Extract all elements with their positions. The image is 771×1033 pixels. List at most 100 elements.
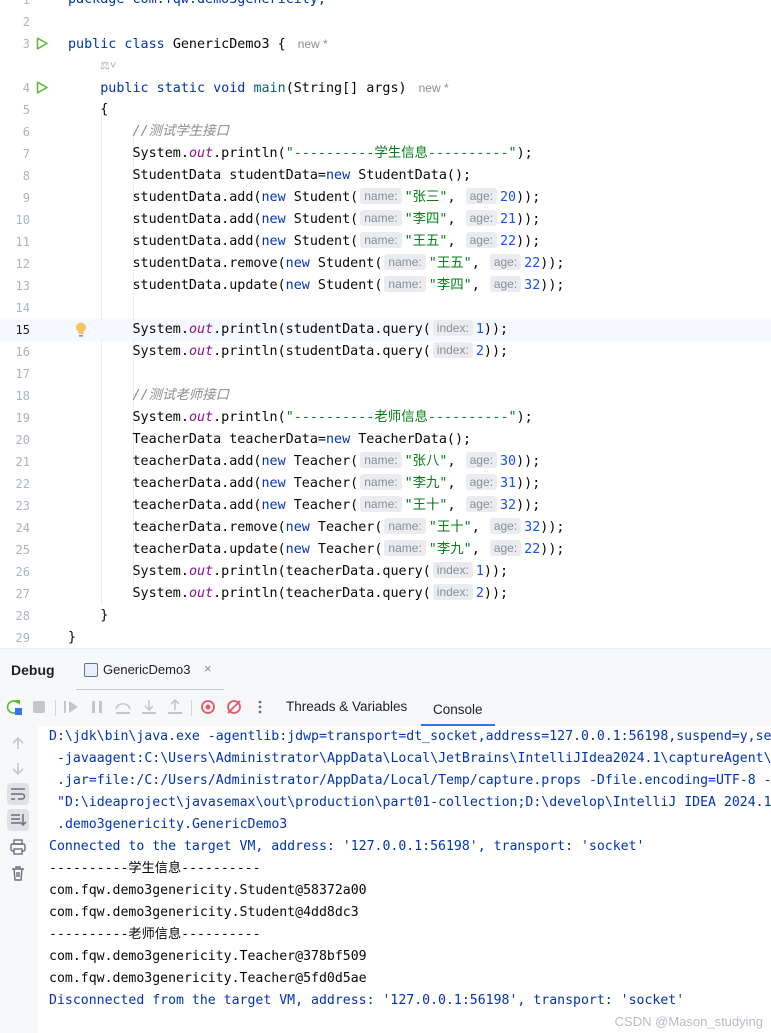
console-output[interactable]: D:\jdk\bin\java.exe -agentlib:jdwp=trans… [38, 726, 771, 1033]
view-breakpoints-icon[interactable] [199, 698, 217, 716]
code-token: , [447, 498, 464, 513]
code-line[interactable]: 24 teacherData.remove(new Teacher(name: "… [0, 517, 771, 539]
code-line[interactable]: 23 teacherData.add(new Teacher(name: "王十"… [0, 495, 771, 517]
line-number: 28 [15, 609, 30, 623]
code-token: out [188, 586, 214, 601]
code-token: studentData.update( [68, 278, 286, 293]
code-line[interactable]: 27 System.out.println(teacherData.query(… [0, 583, 771, 605]
pause-icon[interactable] [88, 698, 106, 716]
parameter-hint: age: [489, 276, 522, 292]
arrow-down-icon[interactable] [9, 760, 27, 778]
code-line[interactable]: 5 { [0, 99, 771, 121]
code-line[interactable]: 12 studentData.remove(new Student(name: "… [0, 253, 771, 275]
tab-console[interactable]: Console [421, 690, 495, 726]
print-icon[interactable] [9, 838, 27, 856]
code-line[interactable]: 9 studentData.add(new Student(name: "张三",… [0, 187, 771, 209]
parameter-hint: age: [465, 188, 497, 204]
code-token: "王十" [428, 520, 472, 535]
session-tab-label: GenericDemo3 [103, 662, 191, 677]
code-line[interactable]: 2 [0, 11, 771, 33]
code-line[interactable]: 29} [0, 627, 771, 648]
stop-icon[interactable] [30, 698, 48, 716]
inlay-row[interactable]: ⚖˅ [0, 55, 771, 77]
parameter-hint: index: [432, 342, 473, 358]
code-token: 20 [499, 190, 517, 205]
code-token: )); [540, 520, 565, 535]
parameter-hint: age: [465, 474, 497, 490]
code-token: new [285, 256, 318, 271]
code-editor[interactable]: 1package com.fqw.demo3genericity;23publi… [0, 0, 771, 648]
line-number: 23 [15, 499, 30, 513]
parameter-hint: index: [432, 562, 473, 578]
line-number: 25 [15, 543, 30, 557]
code-text: //测试学生接口 [68, 121, 228, 143]
code-token: out [188, 344, 214, 359]
code-token: .println(studentData.query( [213, 322, 431, 337]
code-token: 22 [499, 234, 517, 249]
mute-breakpoints-icon[interactable] [225, 698, 243, 716]
code-text: System.out.println(studentData.query(ind… [68, 341, 508, 363]
code-text: teacherData.remove(new Teacher(name: "王十"… [68, 517, 564, 539]
code-text: System.out.println("----------老师信息------… [68, 407, 532, 429]
code-line[interactable]: 28 } [0, 605, 771, 627]
trash-icon[interactable] [9, 864, 27, 882]
code-token: "----------老师信息----------" [285, 410, 517, 425]
arrow-up-icon[interactable] [9, 734, 27, 752]
line-number: 9 [22, 191, 30, 205]
author-hint-icon[interactable]: ⚖˅ [100, 55, 116, 77]
code-token: )); [516, 190, 541, 205]
code-token: new [285, 542, 318, 557]
step-out-icon[interactable] [166, 698, 184, 716]
scroll-to-end-icon[interactable] [7, 809, 29, 831]
code-token: .println(studentData.query( [213, 344, 431, 359]
code-text: teacherData.add(new Teacher(name: "张八", a… [68, 451, 540, 473]
code-line[interactable]: 21 teacherData.add(new Teacher(name: "张八"… [0, 451, 771, 473]
code-line[interactable]: 17 [0, 363, 771, 385]
parameter-hint: age: [489, 254, 522, 270]
code-line[interactable]: 13 studentData.update(new Student(name: "… [0, 275, 771, 297]
line-number: 12 [15, 257, 30, 271]
tab-console-label: Console [433, 702, 483, 717]
soft-wrap-icon[interactable] [7, 783, 29, 805]
code-line[interactable]: 18 //测试老师接口 [0, 385, 771, 407]
code-line[interactable]: 7 System.out.println("----------学生信息----… [0, 143, 771, 165]
code-line[interactable]: 16 System.out.println(studentData.query(… [0, 341, 771, 363]
console-line: ----------学生信息---------- [49, 861, 261, 876]
run-gutter-icon[interactable] [36, 37, 48, 50]
code-token: )); [483, 564, 509, 579]
step-into-icon[interactable] [140, 698, 158, 716]
code-line[interactable]: 22 teacherData.add(new Teacher(name: "李九"… [0, 473, 771, 495]
rerun-icon[interactable] [5, 698, 23, 716]
close-icon[interactable]: × [204, 661, 212, 676]
code-line[interactable]: 15 System.out.println(studentData.query(… [0, 319, 771, 341]
code-line[interactable]: 11 studentData.add(new Student(name: "王五"… [0, 231, 771, 253]
parameter-hint: name: [360, 496, 402, 512]
code-token: { [68, 102, 109, 117]
code-line[interactable]: 19 System.out.println("----------老师信息---… [0, 407, 771, 429]
more-options-icon[interactable] [251, 698, 269, 716]
run-gutter-icon[interactable] [36, 81, 48, 94]
line-number: 4 [22, 81, 30, 95]
parameter-hint: name: [360, 452, 402, 468]
code-token: "李九" [428, 542, 472, 557]
tab-threads-variables[interactable]: Threads & Variables [286, 699, 407, 714]
code-token: out [188, 146, 214, 161]
line-number: 7 [22, 147, 30, 161]
code-token: System. [68, 344, 189, 359]
code-line[interactable]: 1 package com.fqw.demo3genericity; [0, 0, 771, 11]
step-over-icon[interactable] [114, 698, 132, 716]
code-line[interactable]: 14 [0, 297, 771, 319]
code-token: Teacher( [293, 454, 359, 469]
debug-session-tab[interactable]: GenericDemo3 × [76, 649, 224, 691]
code-token: System. [68, 146, 189, 161]
code-line[interactable]: 8 StudentData studentData=new StudentDat… [0, 165, 771, 187]
resume-icon[interactable] [62, 698, 80, 716]
code-line[interactable]: 3 public class GenericDemo3 {new * [0, 33, 771, 55]
code-line[interactable]: 6 //测试学生接口 [0, 121, 771, 143]
code-line[interactable]: 4 public static void main(String[] args)… [0, 77, 771, 99]
code-line[interactable]: 10 studentData.add(new Student(name: "李四"… [0, 209, 771, 231]
line-number: 5 [22, 103, 30, 117]
code-line[interactable]: 20 TeacherData teacherData=new TeacherDa… [0, 429, 771, 451]
code-line[interactable]: 25 teacherData.update(new Teacher(name: "… [0, 539, 771, 561]
code-line[interactable]: 26 System.out.println(teacherData.query(… [0, 561, 771, 583]
